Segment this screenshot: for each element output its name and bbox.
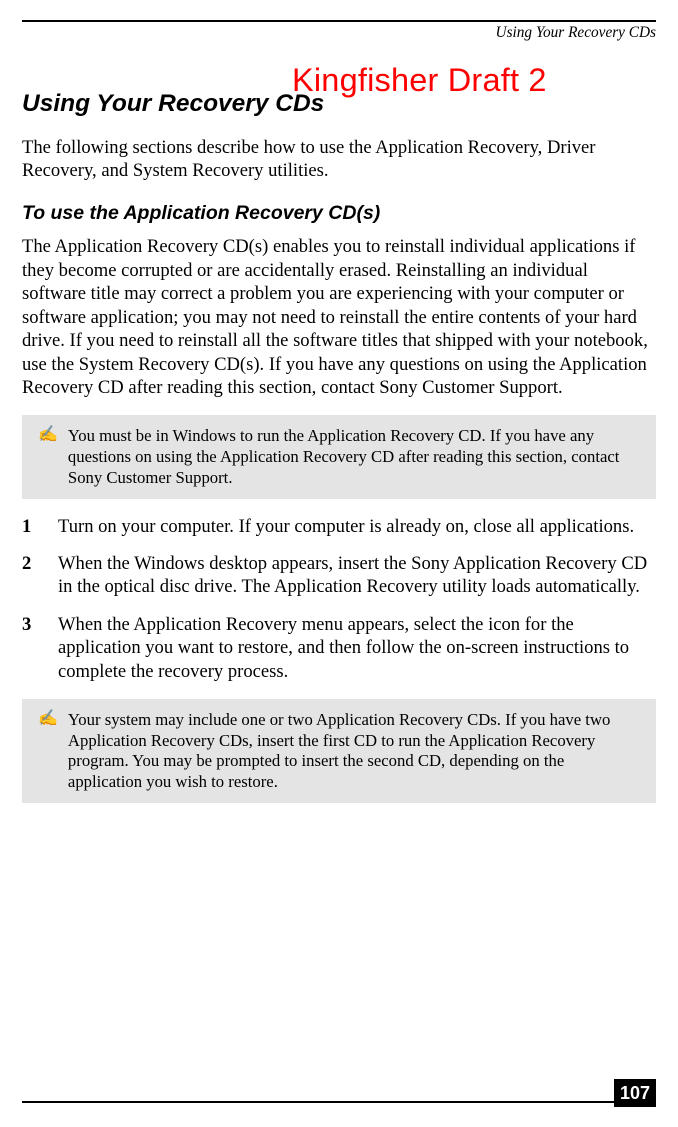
intro-paragraph: The following sections describe how to u… [22, 136, 656, 182]
note-box: ✍ You must be in Windows to run the Appl… [22, 415, 656, 498]
note-box: ✍ Your system may include one or two App… [22, 699, 656, 803]
footer-rule [22, 1101, 656, 1103]
note-text: Your system may include one or two Appli… [68, 710, 640, 793]
subsection-body: The Application Recovery CD(s) enables y… [22, 235, 656, 399]
header-rule [22, 20, 656, 22]
running-head: Using Your Recovery CDs [22, 24, 656, 42]
note-text: You must be in Windows to run the Applic… [68, 426, 640, 488]
draft-watermark: Kingfisher Draft 2 [292, 62, 547, 99]
step-number: 3 [22, 613, 58, 636]
step-text: Turn on your computer. If your computer … [58, 515, 656, 538]
step-text: When the Application Recovery menu appea… [58, 613, 656, 683]
pencil-icon: ✍ [38, 426, 58, 444]
footer: 107 [22, 1101, 656, 1103]
list-item: 2 When the Windows desktop appears, inse… [22, 552, 656, 599]
step-number: 1 [22, 515, 58, 538]
step-text: When the Windows desktop appears, insert… [58, 552, 656, 599]
list-item: 3 When the Application Recovery menu app… [22, 613, 656, 683]
step-number: 2 [22, 552, 58, 575]
subsection-title: To use the Application Recovery CD(s) [22, 202, 656, 225]
list-item: 1 Turn on your computer. If your compute… [22, 515, 656, 538]
page-number: 107 [614, 1079, 656, 1107]
pencil-icon: ✍ [38, 710, 58, 728]
step-list: 1 Turn on your computer. If your compute… [22, 515, 656, 684]
